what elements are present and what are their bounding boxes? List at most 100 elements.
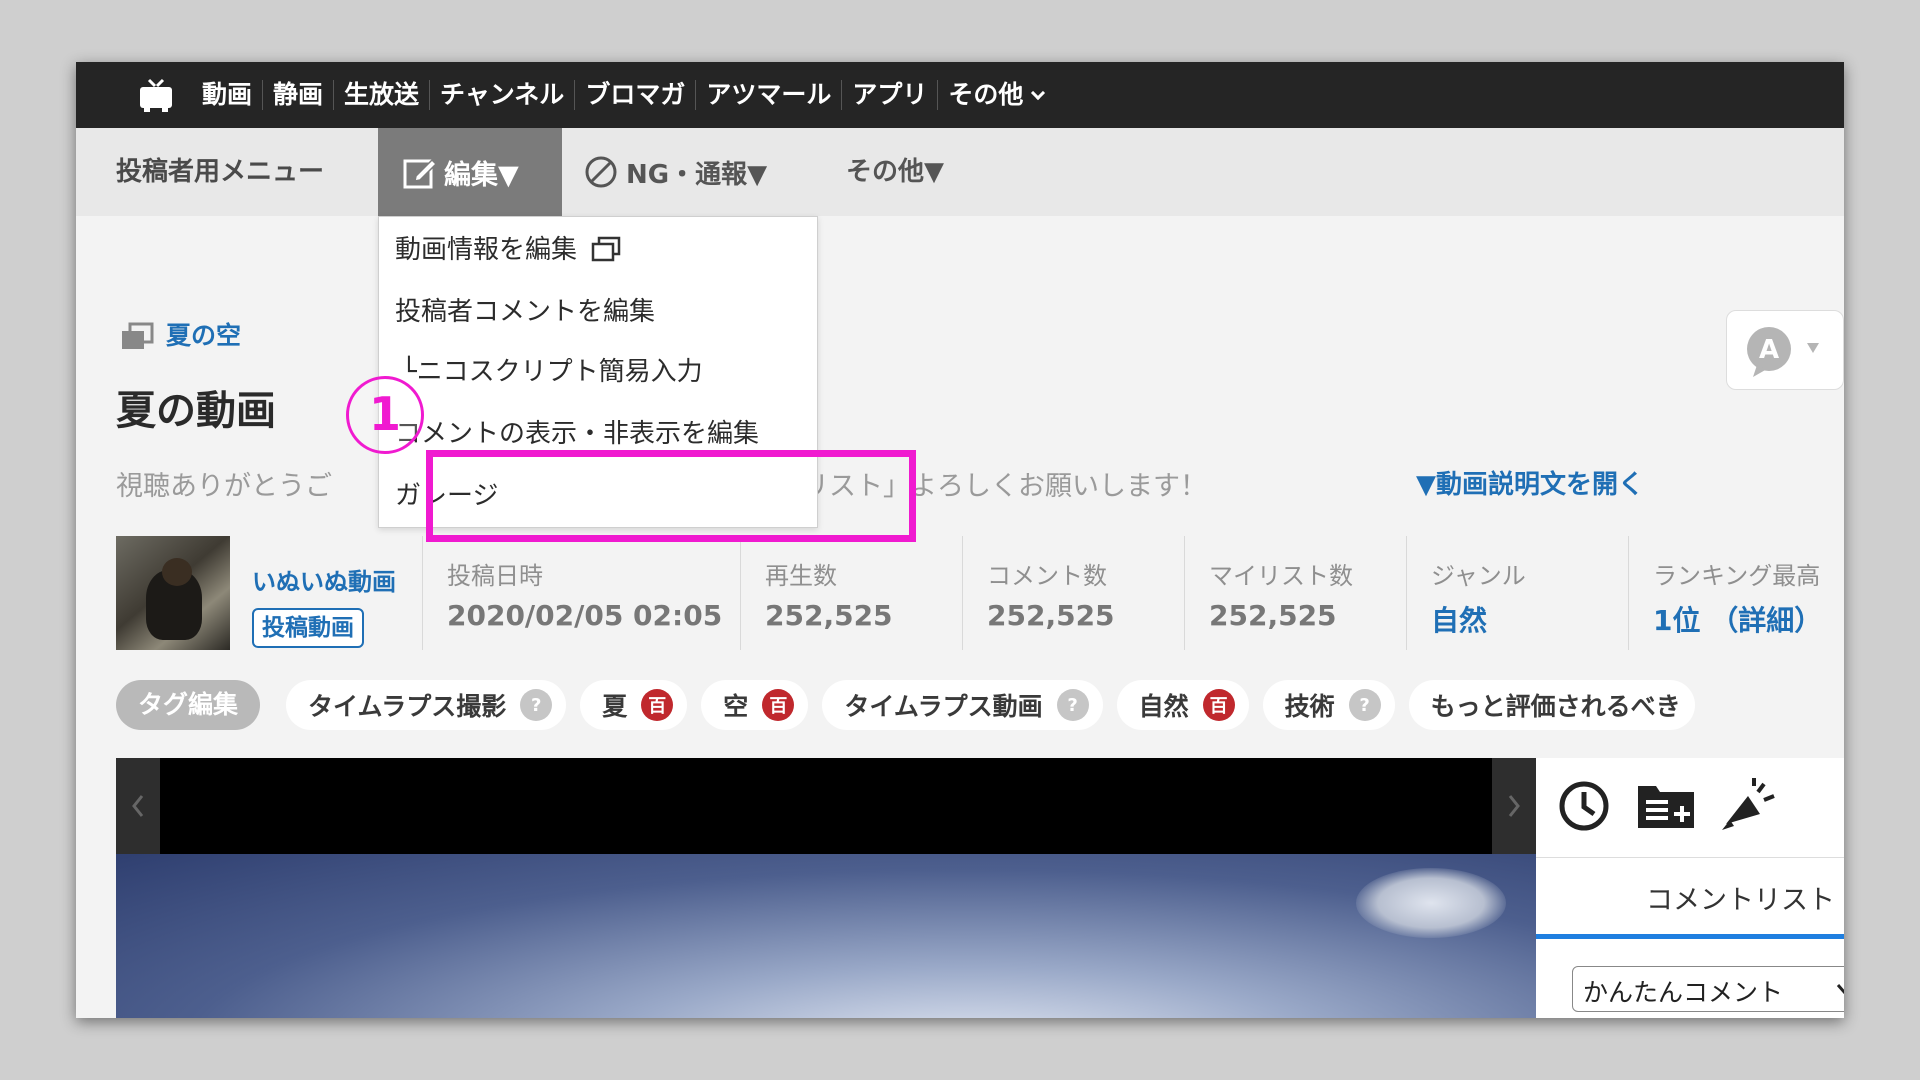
video-player[interactable] — [116, 758, 1536, 1018]
video-description-head: 視聴ありがとうご — [116, 471, 332, 502]
genre-link[interactable]: 自然 — [1431, 599, 1628, 639]
uploader-avatar[interactable] — [116, 536, 230, 650]
open-description-link[interactable]: ▼動画説明文を開く — [1416, 464, 1644, 501]
menu-item-edit-owner-comment[interactable]: 投稿者コメントを編集 — [395, 291, 655, 328]
tag-item[interactable]: タイムラプス動画? — [822, 680, 1103, 730]
speech-bubble-a-icon: A — [1747, 327, 1819, 377]
stat-label: コメント数 — [987, 562, 1107, 590]
tag-name: 自然 — [1138, 692, 1189, 721]
player-comment-bar — [116, 758, 1536, 854]
tag-item[interactable]: 技術? — [1262, 680, 1395, 730]
comment-list-tab[interactable]: コメントリスト — [1646, 878, 1835, 917]
stat-views: 再生数 252,525 — [740, 536, 962, 650]
tag-item[interactable]: 夏百 — [580, 680, 688, 730]
megaphone-icon[interactable] — [1718, 776, 1778, 836]
tag-name: もっと評価されるべき — [1430, 692, 1681, 721]
stat-label: ランキング最高 — [1653, 562, 1821, 590]
comment-mode-select[interactable]: かんたんコメント — [1572, 966, 1844, 1012]
screenshot-frame: 動画 静画 生放送 チャンネル ブロマガ アツマール アプリ その他 投稿者用メ… — [76, 62, 1844, 1018]
tag-edit-button[interactable]: タグ編集 — [116, 680, 261, 730]
highlight-box — [426, 450, 916, 542]
stat-label: ジャンル — [1431, 562, 1526, 590]
site-nav-other-label: その他 — [948, 80, 1024, 109]
other-menu-tab[interactable]: その他▼ — [846, 128, 944, 216]
stat-mylists: マイリスト数 252,525 — [1184, 536, 1406, 650]
tag-name: タイムラプス撮影 — [308, 692, 507, 721]
stat-value: 252,525 — [1209, 599, 1337, 632]
site-nav-app[interactable]: アプリ — [841, 80, 937, 110]
uploader-name-link[interactable]: いぬいぬ動画 — [252, 562, 396, 597]
chevron-down-icon — [1836, 984, 1844, 995]
open-new-window-icon — [592, 236, 621, 262]
site-nav-other[interactable]: その他 — [937, 80, 1053, 110]
ng-report-menu-label: NG・通報▼ — [626, 159, 768, 190]
prohibited-icon — [585, 156, 617, 188]
stat-ranking: ランキング最高 1位 （詳細） — [1628, 536, 1844, 650]
chevron-left-icon — [132, 795, 144, 817]
comment-side-panel: コメントリスト かんたんコメント — [1536, 758, 1844, 1018]
clock-icon[interactable] — [1556, 778, 1612, 834]
tag-encyclopedia-icon[interactable]: 百 — [641, 689, 674, 721]
video-frame-sky — [116, 854, 1536, 1018]
comment-mode-value: かんたんコメント — [1583, 978, 1784, 1007]
chevron-down-icon — [1031, 85, 1046, 101]
owner-menu-bar: 投稿者用メニュー 編集▼ NG・通報▼ その他▼ — [76, 128, 1844, 216]
avatar-dog-head — [162, 558, 192, 586]
tag-item[interactable]: 自然百 — [1116, 680, 1249, 730]
site-nav-douga[interactable]: 動画 — [192, 80, 262, 110]
stat-label: 投稿日時 — [447, 562, 543, 590]
menu-item-nicoscript-input[interactable]: └ニコスクリプト簡易入力 — [401, 351, 703, 388]
site-nav-list: 動画 静画 生放送 チャンネル ブロマガ アツマール アプリ その他 — [192, 62, 1053, 128]
tag-item[interactable]: もっと評価されるべき — [1408, 680, 1695, 730]
edit-menu-tab[interactable]: 編集▼ — [378, 128, 562, 216]
tag-name: 空 — [723, 692, 749, 721]
chevron-right-icon — [1508, 795, 1520, 817]
tag-name: 夏 — [602, 692, 628, 721]
ng-report-menu-tab[interactable]: NG・通報▼ — [584, 128, 767, 216]
stat-value: 2020/02/05 02:05 — [447, 599, 723, 632]
step-marker: 1 — [346, 376, 424, 454]
stat-label: マイリスト数 — [1209, 562, 1353, 590]
tag-item[interactable]: 空百 — [701, 680, 809, 730]
niconico-tv-logo-icon[interactable] — [138, 78, 174, 112]
edit-pencil-icon — [403, 158, 438, 189]
stat-value: 252,525 — [765, 599, 893, 632]
tag-help-icon[interactable]: ? — [1348, 689, 1381, 721]
svg-text:A: A — [1759, 335, 1779, 365]
series-link[interactable]: 夏の空 — [166, 316, 241, 352]
tag-encyclopedia-icon[interactable]: 百 — [762, 689, 795, 721]
site-nav-blomaga[interactable]: ブロマガ — [574, 80, 695, 110]
video-frame-cloud — [1356, 868, 1506, 938]
tag-item[interactable]: タイムラプス撮影? — [286, 680, 567, 730]
series-icon — [122, 322, 154, 349]
stat-genre: ジャンル 自然 — [1406, 536, 1628, 650]
owner-menu-label: 投稿者用メニュー — [116, 157, 325, 187]
tag-help-icon[interactable]: ? — [1056, 689, 1089, 721]
site-nav-seiga[interactable]: 静画 — [262, 80, 333, 110]
language-select-button[interactable]: A — [1726, 310, 1844, 390]
site-navigation-bar: 動画 静画 生放送 チャンネル ブロマガ アツマール アプリ その他 — [76, 62, 1844, 128]
tag-help-icon[interactable]: ? — [520, 689, 553, 721]
ranking-link[interactable]: 1位 （詳細） — [1653, 599, 1844, 639]
video-title: 夏の動画 — [116, 388, 276, 434]
scroll-left-button[interactable] — [116, 758, 160, 854]
tag-encyclopedia-icon[interactable]: 百 — [1202, 689, 1235, 721]
stat-posted-at: 投稿日時 2020/02/05 02:05 — [422, 536, 740, 650]
scroll-right-button[interactable] — [1492, 758, 1536, 854]
site-nav-live[interactable]: 生放送 — [333, 80, 429, 110]
menu-item-edit-comment-visibility[interactable]: コメントの表示・非表示を編集 — [395, 413, 759, 450]
stat-comments: コメント数 252,525 — [962, 536, 1184, 650]
menu-item-edit-video-info[interactable]: 動画情報を編集 — [395, 229, 621, 266]
uploader-videos-button[interactable]: 投稿動画 — [252, 608, 364, 648]
menu-item-label: 動画情報を編集 — [395, 235, 578, 265]
stat-value: 252,525 — [987, 599, 1115, 632]
stat-label: 再生数 — [765, 562, 837, 590]
active-tab-underline — [1536, 934, 1844, 939]
site-nav-atsumaru[interactable]: アツマール — [695, 80, 841, 110]
tag-name: タイムラプス動画 — [844, 692, 1043, 721]
panel-icon-bar — [1536, 758, 1844, 858]
site-nav-channel[interactable]: チャンネル — [429, 80, 574, 110]
tag-name: 技術 — [1284, 692, 1335, 721]
add-to-playlist-icon[interactable] — [1634, 778, 1698, 834]
tag-list: タグ編集 タイムラプス撮影? 夏百 空百 タイムラプス動画? 自然百 技術? も… — [116, 680, 1709, 730]
